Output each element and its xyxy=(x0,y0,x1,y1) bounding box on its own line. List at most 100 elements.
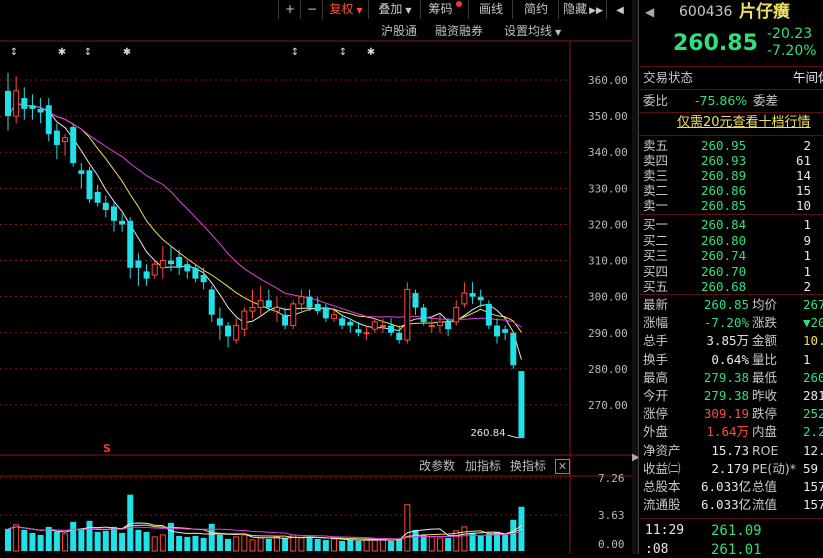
stat-label: 净资产 xyxy=(643,442,681,458)
stat-label: 涨停 xyxy=(643,406,669,422)
hgt-link[interactable]: 沪股通 xyxy=(381,22,417,40)
candle-body-down xyxy=(314,303,321,312)
stat-value: 279.38 xyxy=(703,388,749,403)
bid-volume: 1 xyxy=(803,248,811,263)
stat-label: 最新 xyxy=(643,297,669,312)
stat-label: 最高 xyxy=(643,369,669,385)
volume-bars xyxy=(5,494,525,552)
candle-body-down xyxy=(119,220,126,225)
ask-price: 260.85 xyxy=(701,198,747,213)
chevron-down-icon: ▼ xyxy=(356,6,363,15)
ma-settings-dropdown[interactable]: 设置均线 ▼ xyxy=(504,22,561,40)
chevron-down-icon: ▼ xyxy=(405,6,412,15)
stat-value: 3.85万 xyxy=(706,333,749,349)
edit-params-button[interactable]: 改参数 xyxy=(419,458,455,474)
add-indicator-button[interactable]: 加指标 xyxy=(465,458,501,474)
candle-body-down xyxy=(37,108,44,113)
volume-tick-label: 3.63 xyxy=(598,509,625,522)
stat-value: 279.38 xyxy=(703,369,749,385)
more-button[interactable]: ◀ xyxy=(606,0,633,19)
weicha-label: 委差 xyxy=(753,93,779,108)
stat-label: 涨跌 xyxy=(752,315,778,331)
last-price-label: 260.84 xyxy=(470,428,505,439)
candle-body-down xyxy=(86,170,93,200)
stat-value: 157 xyxy=(803,497,823,513)
volume-bar-down xyxy=(29,532,36,551)
current-price: 260.85 xyxy=(673,31,758,56)
stat-label: 换手 xyxy=(643,351,669,367)
price-tick-label: 360.00 xyxy=(588,74,628,87)
volume-bar-down xyxy=(388,540,395,551)
candle-body-up xyxy=(331,314,337,319)
candle-body-up xyxy=(404,288,411,341)
volume-bar-down xyxy=(53,531,60,551)
stat-label: 昨收 xyxy=(752,388,778,403)
volume-bar-down xyxy=(5,528,11,551)
volume-bar-down xyxy=(135,529,142,551)
stat-value: 267 xyxy=(803,297,823,312)
bid-price: 260.74 xyxy=(701,248,747,263)
price-tick-label: 290.00 xyxy=(588,327,628,340)
simple-mode-button[interactable]: 简约 xyxy=(512,0,559,19)
ten-level-link[interactable]: 仅需20元查看十档行情 xyxy=(677,115,811,131)
volume-bar-down xyxy=(143,531,150,551)
candle-body-down xyxy=(494,325,500,337)
stat-value: 281 xyxy=(803,388,823,403)
hide-button[interactable]: 隐藏 ▶▶ xyxy=(558,0,607,19)
overlay-dropdown[interactable]: 叠加 ▼ xyxy=(368,0,421,19)
price-tick-label: 280.00 xyxy=(588,363,628,376)
ask-volume: 10 xyxy=(795,198,811,213)
volume-bar-down xyxy=(70,521,77,551)
candle-body-up xyxy=(298,296,305,305)
chip-label: 筹码 xyxy=(428,2,453,16)
last-price-arrow xyxy=(507,434,519,439)
stat-label: 外盘 xyxy=(643,424,669,440)
zoom-out-button[interactable]: − xyxy=(300,0,323,19)
bid-label: 买五 xyxy=(643,279,669,294)
candle-body-up xyxy=(290,303,297,327)
bid-label: 买一 xyxy=(643,217,669,232)
volume-bar-down xyxy=(37,534,44,551)
candle-body-down xyxy=(102,202,109,210)
zoom-in-button[interactable]: + xyxy=(278,0,301,19)
price-tick-label: 320.00 xyxy=(588,218,628,231)
event-marker-icon: ↕ xyxy=(339,47,347,58)
candle-body-down xyxy=(5,90,11,117)
volume-bar-down xyxy=(314,538,321,551)
event-marker-icon: ✱ xyxy=(58,47,66,58)
candle-body-down xyxy=(355,329,362,333)
stat-label: 流通股 xyxy=(643,497,681,513)
chip-button[interactable]: 筹码 xyxy=(420,0,469,19)
volume-bar-down xyxy=(225,538,232,551)
back-arrow-icon[interactable]: ◀ xyxy=(645,4,654,20)
candle-body-down xyxy=(339,318,346,326)
hide-label: 隐藏 xyxy=(563,2,588,16)
price-tick-label: 270.00 xyxy=(588,399,628,412)
stock-name: 片仔癀 xyxy=(739,2,790,22)
stat-value: 1.64万 xyxy=(706,424,749,440)
candle-body-up xyxy=(249,307,256,312)
ask-volume: 61 xyxy=(795,153,811,168)
stat-value: 309.19 xyxy=(703,406,749,422)
tick-price: 261.09 xyxy=(711,523,762,539)
candle-body-down xyxy=(485,303,492,326)
overlay-label: 叠加 xyxy=(378,2,403,16)
close-icon[interactable]: ✕ xyxy=(555,459,570,474)
candle-body-up xyxy=(436,321,443,327)
candle-body-up xyxy=(62,137,69,142)
rzrq-link[interactable]: 融资融券 xyxy=(435,22,483,40)
stat-value: 2.179 xyxy=(711,460,749,476)
draw-line-button[interactable]: 画线 xyxy=(468,0,513,19)
candle-body-down xyxy=(29,105,36,109)
bid-price: 260.80 xyxy=(701,232,747,248)
candle-body-down xyxy=(282,314,289,326)
fuquan-dropdown[interactable]: 复权 ▼ xyxy=(322,0,369,19)
candle-body-down xyxy=(21,98,28,109)
stat-label: 总股本 xyxy=(643,479,681,494)
volume-bar-down xyxy=(200,537,207,551)
ask-price: 260.89 xyxy=(701,168,747,183)
switch-indicator-button[interactable]: 换指标 xyxy=(510,458,546,474)
event-marker-icon: ↕ xyxy=(10,47,18,58)
volume-bar-up xyxy=(371,538,378,552)
candle-body-down xyxy=(168,260,174,265)
